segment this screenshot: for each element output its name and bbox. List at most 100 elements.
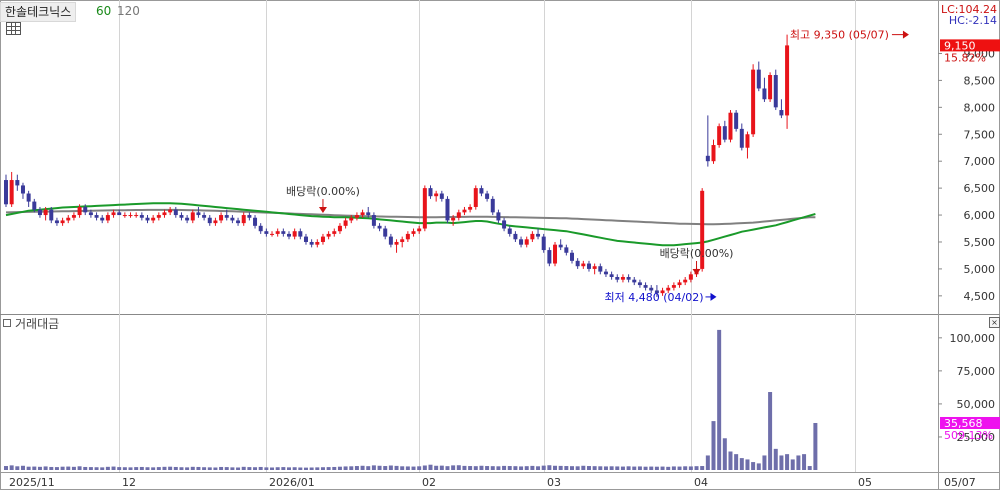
volume-bar[interactable] <box>388 465 393 470</box>
volume-bar[interactable] <box>541 465 546 470</box>
volume-bar[interactable] <box>168 466 173 470</box>
volume-bar[interactable] <box>349 466 354 470</box>
volume-bar[interactable] <box>711 421 716 470</box>
volume-bar[interactable] <box>439 465 444 470</box>
candle[interactable] <box>122 212 127 218</box>
candle[interactable] <box>287 231 291 240</box>
volume-bar[interactable] <box>315 467 320 470</box>
candle[interactable] <box>377 223 382 232</box>
volume-bar[interactable] <box>428 464 433 470</box>
volume-bar[interactable] <box>451 465 456 470</box>
candle[interactable] <box>445 196 450 224</box>
volume-bar[interactable] <box>762 455 767 470</box>
candle[interactable] <box>196 206 201 218</box>
candle[interactable] <box>722 120 727 143</box>
candle[interactable] <box>20 182 25 199</box>
candle[interactable] <box>473 185 478 210</box>
volume-bar[interactable] <box>519 466 524 470</box>
candle[interactable] <box>581 260 586 269</box>
candle[interactable] <box>485 190 490 202</box>
volume-bar[interactable] <box>303 467 308 470</box>
volume-bar[interactable] <box>394 465 399 470</box>
volume-bar[interactable] <box>654 466 659 470</box>
candle[interactable] <box>598 263 603 275</box>
candle[interactable] <box>332 228 337 237</box>
candle[interactable] <box>570 250 574 264</box>
candle[interactable] <box>434 190 439 202</box>
volume-bar[interactable] <box>473 466 478 470</box>
volume-bar[interactable] <box>445 466 450 470</box>
volume-bar[interactable] <box>298 467 303 470</box>
candle[interactable] <box>275 228 280 237</box>
candle[interactable] <box>779 99 784 119</box>
candle[interactable] <box>315 239 320 248</box>
volume-bar[interactable] <box>575 466 580 470</box>
volume-bar[interactable] <box>224 467 229 470</box>
volume-bar[interactable] <box>94 467 99 470</box>
volume-bar[interactable] <box>264 467 269 470</box>
volume-bar[interactable] <box>241 466 246 470</box>
volume-bar[interactable] <box>377 465 382 470</box>
candle[interactable] <box>371 212 376 229</box>
volume-bar[interactable] <box>694 466 699 470</box>
candle[interactable] <box>609 271 614 280</box>
volume-bar[interactable] <box>287 467 291 470</box>
candle[interactable] <box>258 223 263 234</box>
volume-bar[interactable] <box>615 466 620 470</box>
volume-bar[interactable] <box>32 466 37 470</box>
volume-bar[interactable] <box>666 466 671 470</box>
candle[interactable] <box>592 263 597 275</box>
volume-bar[interactable] <box>592 466 597 470</box>
volume-bar[interactable] <box>162 466 167 470</box>
candle[interactable] <box>326 231 331 240</box>
candle[interactable] <box>479 185 484 197</box>
volume-bar[interactable] <box>4 466 8 470</box>
candle[interactable] <box>309 239 314 248</box>
candle[interactable] <box>66 215 71 224</box>
candle[interactable] <box>168 206 173 216</box>
candle[interactable] <box>151 215 156 224</box>
volume-bar[interactable] <box>598 466 603 470</box>
volume-bar[interactable] <box>60 466 65 470</box>
candle[interactable] <box>185 215 190 224</box>
volume-bar[interactable] <box>88 467 93 470</box>
volume-bar[interactable] <box>145 467 150 470</box>
candle[interactable] <box>15 174 20 191</box>
candle[interactable] <box>468 204 473 213</box>
volume-bar[interactable] <box>671 466 676 470</box>
volume-bar[interactable] <box>564 466 569 470</box>
volume-bar[interactable] <box>320 467 325 470</box>
volume-bar[interactable] <box>513 466 518 470</box>
volume-bar[interactable] <box>796 455 801 470</box>
volume-bar[interactable] <box>371 465 376 470</box>
volume-bar[interactable] <box>354 466 359 470</box>
volume-bar[interactable] <box>219 466 224 470</box>
candle[interactable] <box>298 228 303 240</box>
volume-bar[interactable] <box>813 422 818 470</box>
candle[interactable] <box>751 64 756 137</box>
candle[interactable] <box>507 225 512 237</box>
volume-bar[interactable] <box>156 467 161 470</box>
candle[interactable] <box>320 233 325 245</box>
candle[interactable] <box>536 228 541 240</box>
volume-bar[interactable] <box>9 465 14 470</box>
candle[interactable] <box>100 215 105 224</box>
candle[interactable] <box>388 233 393 248</box>
candle[interactable] <box>173 206 178 218</box>
volume-bar[interactable] <box>337 466 342 470</box>
volume-bar[interactable] <box>400 466 405 470</box>
volume-bar[interactable] <box>258 466 263 470</box>
volume-bar[interactable] <box>756 463 761 470</box>
close-icon[interactable]: × <box>989 317 1000 328</box>
volume-bar[interactable] <box>524 466 529 470</box>
candle[interactable] <box>60 217 65 226</box>
candle[interactable] <box>139 212 144 221</box>
volume-bar[interactable] <box>383 466 388 470</box>
volume-bar[interactable] <box>603 466 608 470</box>
volume-bar[interactable] <box>66 466 71 470</box>
volume-bar[interactable] <box>734 454 739 470</box>
volume-bar[interactable] <box>779 455 784 470</box>
volume-bar[interactable] <box>360 465 365 470</box>
volume-bar[interactable] <box>151 467 156 470</box>
candle[interactable] <box>768 72 773 102</box>
